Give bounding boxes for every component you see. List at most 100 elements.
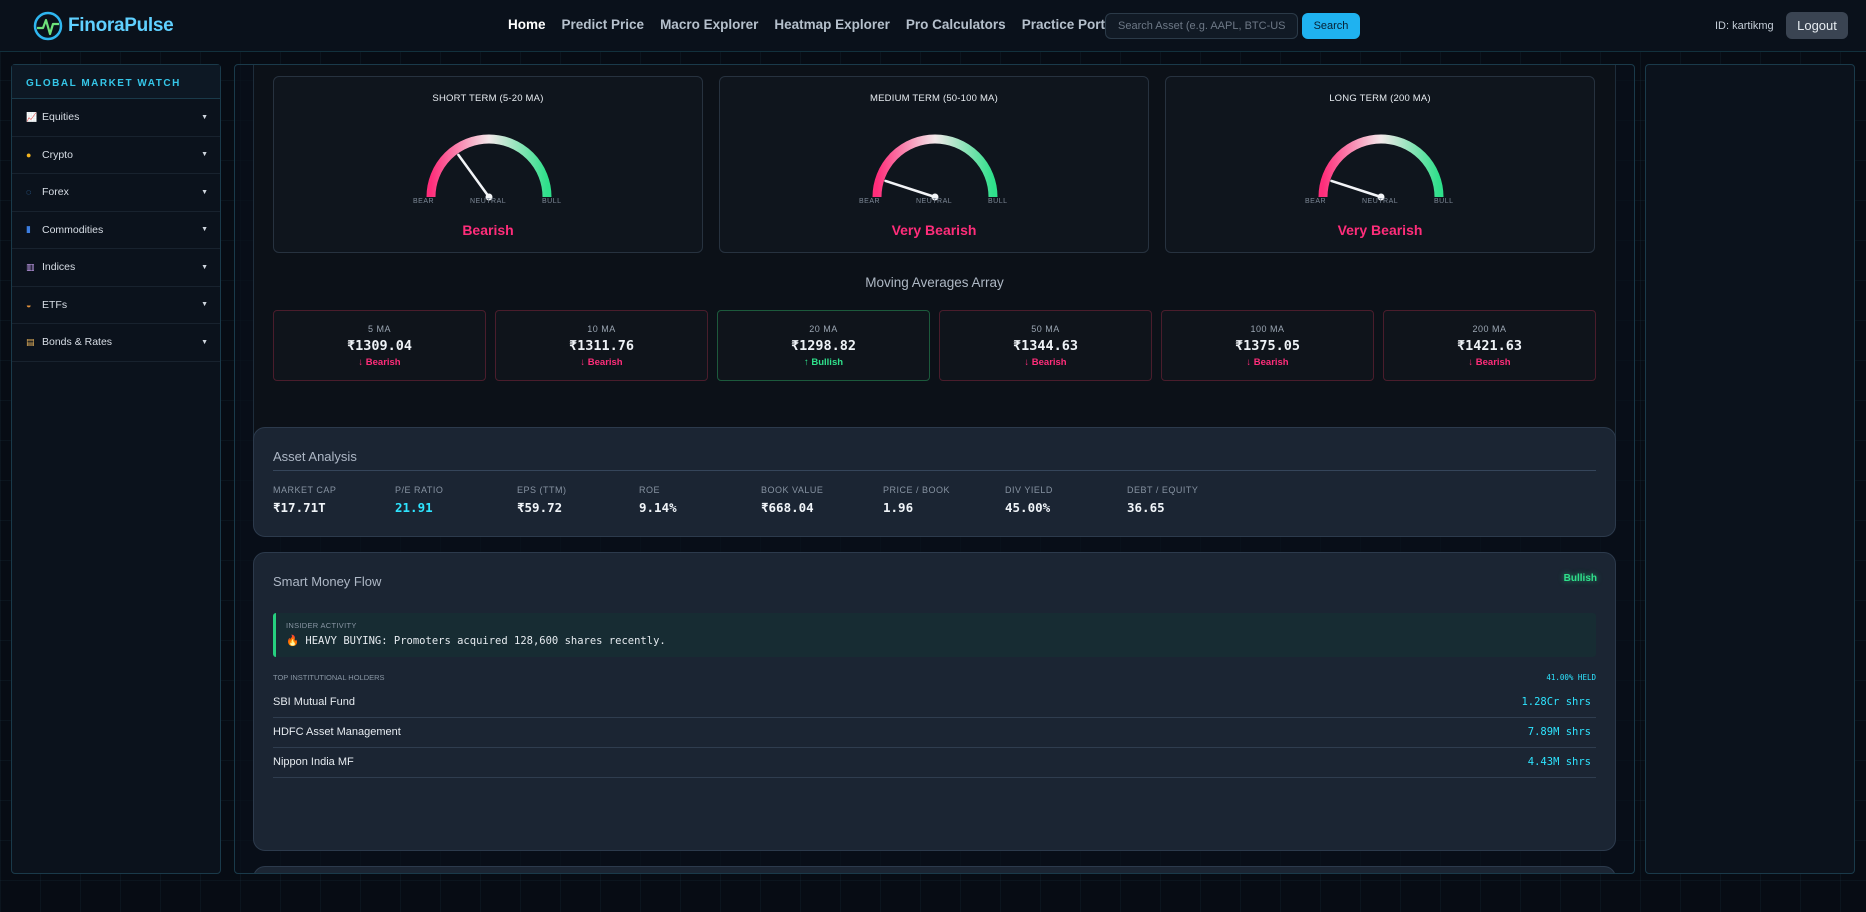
gauge-status: Very Bearish bbox=[891, 222, 977, 238]
gauge-needle bbox=[1330, 179, 1383, 199]
sidebar-item-label: Bonds & Rates bbox=[42, 336, 113, 349]
gauge-bull-label: BULL bbox=[1434, 198, 1454, 205]
holders-label: TOP INSTITUTIONAL HOLDERS bbox=[273, 673, 385, 682]
logo[interactable]: FinoraPulse bbox=[32, 10, 174, 42]
next-card bbox=[253, 866, 1616, 873]
metric-value: 45.00% bbox=[1005, 500, 1051, 515]
sidebar-item-indices[interactable]: ▥ Indices ▼ bbox=[12, 249, 220, 287]
metric-label: ROE bbox=[639, 485, 661, 495]
holder-shares: 4.43M shrs bbox=[1527, 756, 1591, 768]
insider-label: INSIDER ACTIVITY bbox=[286, 621, 357, 630]
ma-card-50: 50 MA ₹1344.63 ↓ Bearish bbox=[939, 310, 1152, 381]
sidebar-item-etfs[interactable]: ◒ ETFs ▼ bbox=[12, 287, 220, 324]
gauge-short-term: SHORT TERM (5-20 MA) BEAR NEUTRAL BULL B… bbox=[273, 76, 703, 253]
main-nav: Home Predict Price Macro Explorer Heatma… bbox=[508, 17, 1149, 32]
ma-label: 200 MA bbox=[1472, 324, 1507, 334]
nav-macro-explorer[interactable]: Macro Explorer bbox=[660, 17, 758, 32]
sidebar-item-label: Equities bbox=[42, 111, 80, 124]
caret-down-icon: ▼ bbox=[201, 338, 208, 346]
nav-heatmap-explorer[interactable]: Heatmap Explorer bbox=[774, 17, 890, 32]
divider bbox=[273, 470, 1596, 471]
metric-value: 9.14% bbox=[639, 500, 677, 515]
moving-averages-title: Moving Averages Array bbox=[865, 275, 1004, 290]
ma-value: ₹1298.82 bbox=[790, 338, 857, 354]
ma-signal: ↓ Bearish bbox=[1246, 357, 1289, 368]
metric-value: ₹668.04 bbox=[761, 500, 814, 515]
caret-down-icon: ▼ bbox=[201, 301, 208, 309]
status-badge: Bullish bbox=[1563, 573, 1597, 584]
caret-down-icon: ▼ bbox=[201, 113, 208, 121]
top-navbar: FinoraPulse Home Predict Price Macro Exp… bbox=[0, 0, 1866, 52]
sidebar-item-crypto[interactable]: ● Crypto ▼ bbox=[12, 137, 220, 174]
gauge-bull-label: BULL bbox=[988, 198, 1008, 205]
sidebar-item-label: Commodities bbox=[42, 223, 104, 236]
barrel-icon: ▮ bbox=[26, 224, 31, 235]
holders-header: TOP INSTITUTIONAL HOLDERS 41.00% HELD bbox=[273, 673, 1596, 682]
ma-card-10: 10 MA ₹1311.76 ↓ Bearish bbox=[495, 310, 708, 381]
caret-down-icon: ▼ bbox=[201, 226, 208, 234]
search-input[interactable] bbox=[1105, 13, 1298, 39]
gauge-bear-label: BEAR bbox=[413, 198, 435, 205]
search-button[interactable]: Search bbox=[1302, 13, 1360, 39]
gauge-status: Very Bearish bbox=[1337, 222, 1423, 238]
ma-value: ₹1344.63 bbox=[1012, 338, 1079, 354]
sidebar-item-equities[interactable]: 📈 Equities ▼ bbox=[12, 99, 220, 137]
gauge-dial bbox=[1318, 134, 1444, 201]
gauge-needle bbox=[457, 153, 491, 199]
gauge-neutral-label: NEUTRAL bbox=[470, 198, 507, 205]
ma-card-100: 100 MA ₹1375.05 ↓ Bearish bbox=[1161, 310, 1374, 381]
technical-summary-card: SHORT TERM (5-20 MA) BEAR NEUTRAL BULL B… bbox=[253, 65, 1616, 477]
metric-label: EPS (TTM) bbox=[517, 485, 567, 495]
ma-value: ₹1309.04 bbox=[346, 338, 413, 354]
metric-label: BOOK VALUE bbox=[761, 485, 824, 495]
asset-analysis-title: Asset Analysis bbox=[273, 449, 357, 464]
ma-label: 10 MA bbox=[587, 324, 616, 334]
nav-pro-calculators[interactable]: Pro Calculators bbox=[906, 17, 1006, 32]
table-row: SBI Mutual Fund 1.28Cr shrs bbox=[273, 688, 1596, 718]
holder-name: SBI Mutual Fund bbox=[273, 696, 355, 708]
table-row: Nippon India MF 4.43M shrs bbox=[273, 748, 1596, 778]
sidebar-item-label: ETFs bbox=[42, 298, 68, 311]
caret-down-icon: ▼ bbox=[201, 151, 208, 159]
ma-value: ₹1421.63 bbox=[1456, 338, 1523, 354]
gauge-arc bbox=[872, 134, 998, 198]
metric-debt-equity: DEBT / EQUITY 36.65 bbox=[1127, 485, 1247, 515]
sidebar-item-bonds-rates[interactable]: ▤ Bonds & Rates ▼ bbox=[12, 324, 220, 362]
caret-down-icon: ▼ bbox=[201, 188, 208, 196]
gauge-dial bbox=[872, 134, 998, 201]
gauge-needle bbox=[884, 179, 937, 199]
ma-label: 5 MA bbox=[367, 324, 391, 334]
smart-money-card: Smart Money Flow Bullish INSIDER ACTIVIT… bbox=[253, 552, 1616, 851]
gauge-dial bbox=[426, 134, 552, 201]
gauge-bull-label: BULL bbox=[542, 198, 562, 205]
ma-signal: ↓ Bearish bbox=[1024, 357, 1067, 368]
caret-down-icon: ▼ bbox=[201, 263, 208, 271]
exchange-icon: ◌ bbox=[26, 187, 32, 198]
metric-label: PRICE / BOOK bbox=[883, 485, 951, 495]
user-id: ID: kartikmg bbox=[1715, 20, 1774, 32]
metric-label: DEBT / EQUITY bbox=[1127, 485, 1199, 495]
sidebar-item-label: Indices bbox=[42, 261, 76, 274]
metric-price-book: PRICE / BOOK 1.96 bbox=[883, 485, 1003, 515]
ma-signal: ↓ Bearish bbox=[580, 357, 623, 368]
gauge-title: MEDIUM TERM (50-100 MA) bbox=[870, 93, 998, 104]
main-content[interactable]: SHORT TERM (5-20 MA) BEAR NEUTRAL BULL B… bbox=[234, 64, 1635, 874]
logout-button[interactable]: Logout bbox=[1786, 12, 1848, 39]
sidebar-item-label: Crypto bbox=[42, 148, 73, 161]
holder-shares: 1.28Cr shrs bbox=[1521, 696, 1591, 708]
metric-label: P/E RATIO bbox=[395, 485, 444, 495]
nav-predict-price[interactable]: Predict Price bbox=[562, 17, 645, 32]
ma-label: 20 MA bbox=[809, 324, 838, 334]
metric-value: 36.65 bbox=[1127, 500, 1165, 515]
brand-name: FinoraPulse bbox=[68, 15, 174, 36]
sidebar-item-forex[interactable]: ◌ Forex ▼ bbox=[12, 174, 220, 212]
metric-div-yield: DIV YIELD 45.00% bbox=[1005, 485, 1125, 515]
sidebar-title: GLOBAL MARKET WATCH bbox=[12, 65, 220, 99]
right-panel bbox=[1645, 64, 1855, 874]
nav-home[interactable]: Home bbox=[508, 17, 546, 32]
chart-icon: 📈 bbox=[26, 111, 38, 122]
sidebar-item-commodities[interactable]: ▮ Commodities ▼ bbox=[12, 212, 220, 249]
held-percent: 41.00% HELD bbox=[1546, 673, 1596, 682]
holder-shares: 7.89M shrs bbox=[1527, 726, 1591, 738]
asset-analysis-card: Asset Analysis MARKET CAP ₹17.71T P/E RA… bbox=[253, 427, 1616, 537]
